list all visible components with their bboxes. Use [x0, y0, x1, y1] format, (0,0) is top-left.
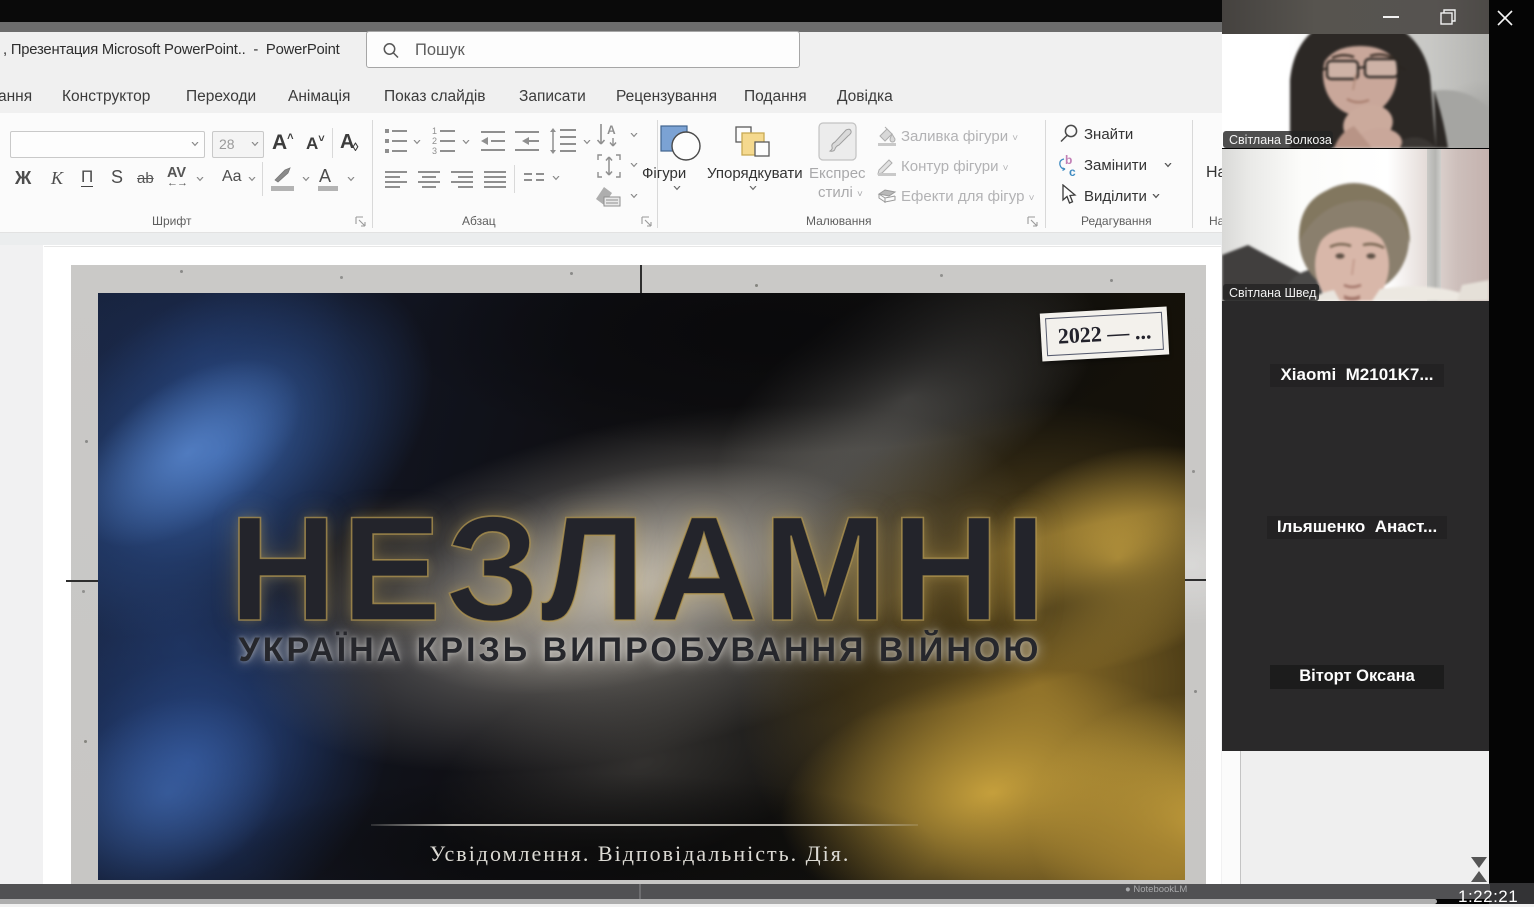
- svg-text:c: c: [1069, 165, 1076, 179]
- svg-text:1: 1: [432, 126, 437, 136]
- svg-text:А: А: [607, 123, 616, 137]
- svg-text:3: 3: [432, 146, 437, 156]
- svg-text:2: 2: [432, 136, 437, 146]
